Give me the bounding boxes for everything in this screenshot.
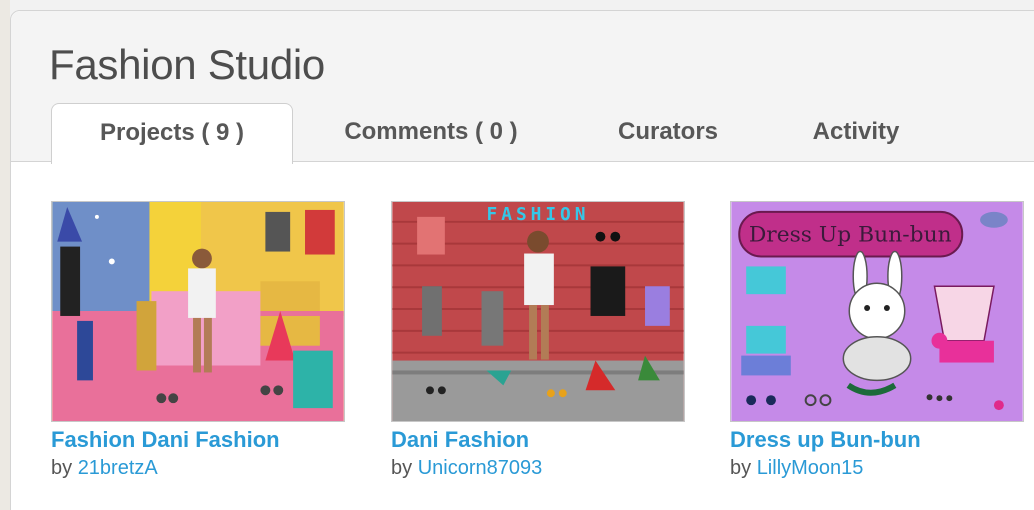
author-link[interactable]: LillyMoon15	[757, 457, 864, 479]
project-byline: by Unicorn87093	[391, 457, 542, 480]
tab-comments[interactable]: Comments ( 0 )	[303, 103, 559, 163]
author-link[interactable]: 21bretzA	[78, 457, 158, 479]
project-title-link[interactable]: Dress up Bun-bun	[730, 427, 921, 453]
author-link[interactable]: Unicorn87093	[418, 457, 543, 479]
project-thumbnail[interactable]: FASHION	[391, 201, 685, 422]
project-title-link[interactable]: Dani Fashion	[391, 427, 529, 453]
thumb-heading: Dress Up Bun-bun	[749, 223, 952, 248]
project-thumbnail[interactable]: Dress Up Bun-bun	[730, 201, 1024, 422]
studio-header: Fashion Studio Projects ( 9 ) Comments (…	[11, 11, 1034, 164]
studio-title: Fashion Studio	[49, 41, 325, 88]
byline-prefix: by	[730, 457, 752, 479]
byline-prefix: by	[51, 457, 73, 479]
project-title-link[interactable]: Fashion Dani Fashion	[51, 427, 280, 453]
thumb-heading: FASHION	[487, 204, 590, 225]
tab-activity[interactable]: Activity	[791, 103, 921, 163]
project-byline: by 21bretzA	[51, 457, 158, 480]
studio-tabs: Projects ( 9 ) Comments ( 0 ) Curators A…	[51, 103, 951, 164]
brick-wall-scene-image: FASHION	[392, 202, 684, 421]
tab-projects[interactable]: Projects ( 9 )	[51, 103, 293, 164]
tab-curators[interactable]: Curators	[591, 103, 745, 163]
page-background	[0, 0, 10, 510]
studio-panel: Fashion Studio Projects ( 9 ) Comments (…	[10, 10, 1034, 510]
byline-prefix: by	[391, 457, 413, 479]
bunny-dressup-image: Dress Up Bun-bun	[731, 202, 1023, 421]
bedroom-scene-image	[52, 202, 344, 421]
project-thumbnail[interactable]	[51, 201, 345, 422]
project-byline: by LillyMoon15	[730, 457, 863, 480]
